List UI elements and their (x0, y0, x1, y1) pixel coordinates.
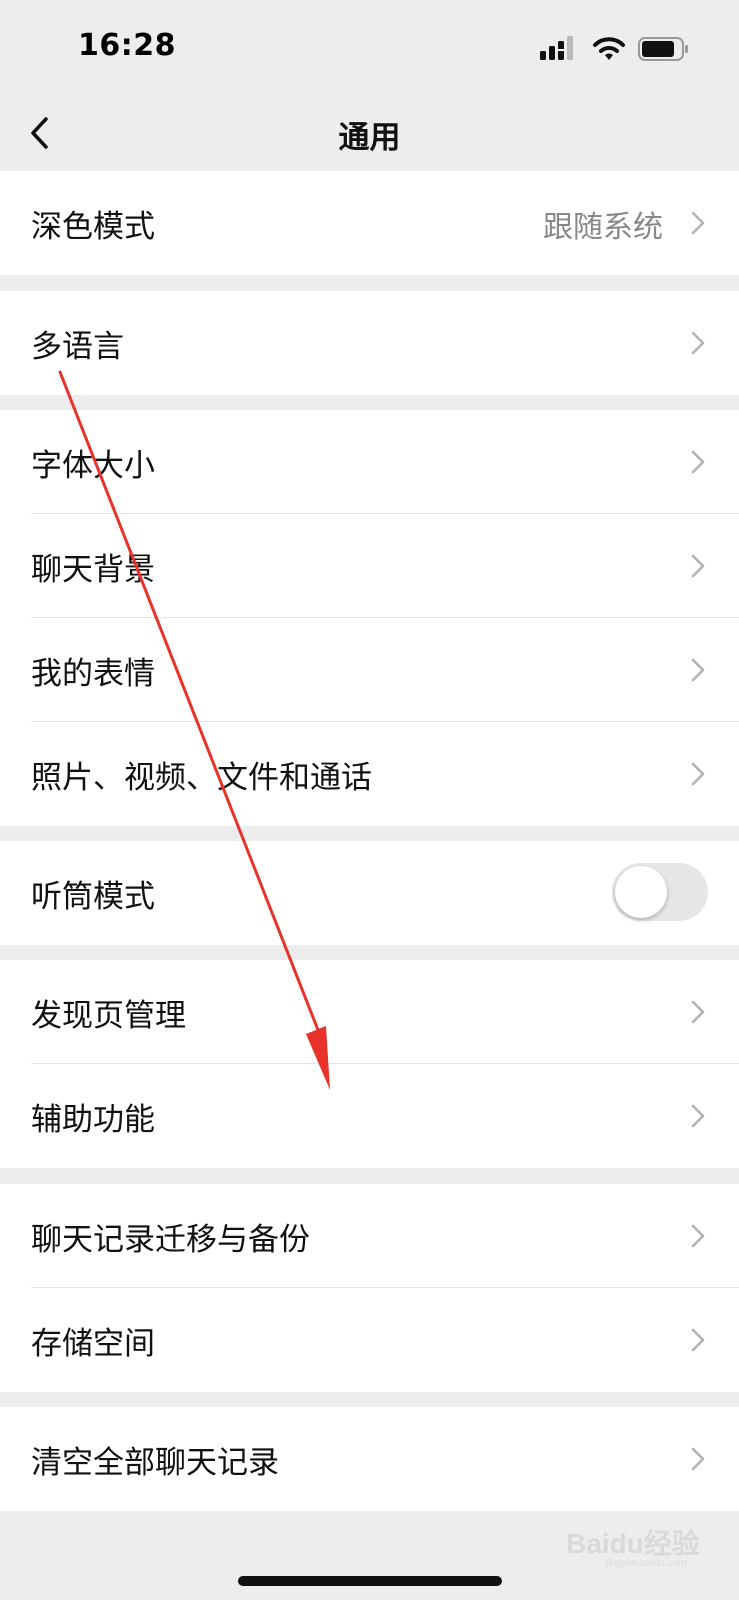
dark-mode-label: 深色模式 (31, 209, 155, 245)
accessibility-label: 辅助功能 (31, 1102, 155, 1138)
battery-icon (638, 37, 688, 61)
status-time: 16:28 (78, 28, 176, 63)
watermark-brand: Baidu经验 (566, 1528, 700, 1559)
my-stickers-label: 我的表情 (31, 656, 155, 692)
status-bar: 16:28 (0, 0, 739, 95)
chevron-right-icon (691, 762, 705, 786)
accessibility-row[interactable]: 辅助功能 (0, 1064, 739, 1168)
chevron-right-icon (691, 331, 705, 355)
storage-label: 存储空间 (31, 1326, 155, 1362)
my-stickers-row[interactable]: 我的表情 (0, 618, 739, 722)
earpiece-mode-row: 听筒模式 (0, 841, 739, 945)
home-indicator[interactable] (238, 1576, 502, 1586)
chevron-right-icon (691, 1224, 705, 1248)
dark-mode-value: 跟随系统 (543, 210, 663, 245)
chat-backup-row[interactable]: 聊天记录迁移与备份 (0, 1184, 739, 1288)
storage-row[interactable]: 存储空间 (0, 1288, 739, 1392)
chevron-right-icon (691, 1000, 705, 1024)
settings-group-language: 多语言 (0, 291, 739, 395)
discover-management-label: 发现页管理 (31, 998, 186, 1034)
cellular-signal-icon (540, 36, 573, 60)
settings-group-earpiece: 听筒模式 (0, 841, 739, 945)
font-size-row[interactable]: 字体大小 (0, 410, 739, 514)
chat-background-label: 聊天背景 (31, 552, 155, 588)
watermark-url: jingyan.baidu.com (606, 1558, 687, 1569)
baidu-watermark: Baidu经验 jingyan.baidu.com (566, 1518, 716, 1578)
font-size-label: 字体大小 (31, 448, 155, 484)
toggle-knob (615, 866, 667, 918)
clear-history-label: 清空全部聊天记录 (31, 1445, 279, 1481)
settings-group-data: 聊天记录迁移与备份 存储空间 (0, 1184, 739, 1392)
media-files-row[interactable]: 照片、视频、文件和通话 (0, 722, 739, 826)
settings-group-display: 深色模式 跟随系统 (0, 171, 739, 275)
chevron-right-icon (691, 554, 705, 578)
settings-group-features: 发现页管理 辅助功能 (0, 960, 739, 1168)
page-title: 通用 (338, 120, 401, 156)
chevron-right-icon (691, 1328, 705, 1352)
discover-management-row[interactable]: 发现页管理 (0, 960, 739, 1064)
chevron-right-icon (691, 450, 705, 474)
language-label: 多语言 (31, 329, 124, 365)
wifi-icon (593, 37, 625, 60)
chat-backup-label: 聊天记录迁移与备份 (31, 1222, 310, 1258)
chevron-right-icon (691, 211, 705, 235)
chevron-right-icon (691, 658, 705, 682)
chat-background-row[interactable]: 聊天背景 (0, 514, 739, 618)
media-files-label: 照片、视频、文件和通话 (31, 760, 372, 796)
earpiece-mode-toggle[interactable] (612, 863, 708, 921)
settings-group-chat: 字体大小 聊天背景 我的表情 照片、视频、文件和通话 (0, 410, 739, 826)
chevron-right-icon (691, 1104, 705, 1128)
settings-group-clear: 清空全部聊天记录 (0, 1407, 739, 1511)
language-row[interactable]: 多语言 (0, 291, 739, 395)
chevron-right-icon (691, 1447, 705, 1471)
clear-history-row[interactable]: 清空全部聊天记录 (0, 1407, 739, 1511)
dark-mode-row[interactable]: 深色模式 跟随系统 (0, 171, 739, 275)
navigation-bar: 通用 (0, 95, 739, 175)
earpiece-mode-label: 听筒模式 (31, 879, 155, 915)
